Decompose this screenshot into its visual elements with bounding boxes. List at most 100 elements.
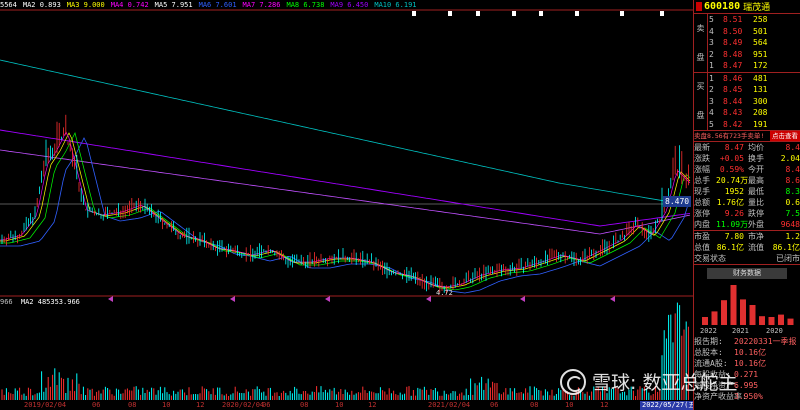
order-level: 5 xyxy=(709,15,714,24)
quote-value: 8.4 xyxy=(785,165,800,174)
order-price: 8.51 xyxy=(723,15,743,24)
financial-bar xyxy=(749,305,756,325)
report-row: 总股本: 10.16亿 xyxy=(694,347,800,358)
quote-label: 今开 xyxy=(748,165,764,174)
quote-grid: 最新 8.47 均价 8.4 涨跌 +0.05 换手 2.04 涨幅 0.59% 今开 8.4 总手 20… xyxy=(694,142,800,230)
report-label: 总股本: xyxy=(694,348,723,357)
stock-flag-icon xyxy=(696,2,702,11)
kline-chart[interactable] xyxy=(0,0,693,410)
event-marker[interactable] xyxy=(539,11,543,16)
view-button[interactable]: 点击查看 xyxy=(770,131,800,141)
event-marker[interactable] xyxy=(512,11,516,16)
order-level: 4 xyxy=(709,26,714,36)
quote-value: 7.80 xyxy=(724,232,744,241)
order-price: 8.49 xyxy=(723,38,743,47)
quote-label: 量比 xyxy=(748,198,764,207)
order-book-row[interactable]: 4 8.50 501 xyxy=(709,26,800,38)
report-value: 10.16亿 xyxy=(734,348,767,357)
order-level: 4 xyxy=(709,108,714,117)
stock-header: 600180 瑞茂通 xyxy=(694,0,800,14)
financial-bar xyxy=(740,299,746,325)
split-marker-icon xyxy=(520,296,525,302)
quote-value: 1.76亿 xyxy=(716,198,744,207)
quote-value: 8.3 xyxy=(785,187,800,196)
current-price-tag: 8.470 xyxy=(663,196,692,207)
split-marker-icon xyxy=(230,296,235,302)
kline-chart-area[interactable]: 5564 MA2 0.893 MA3 9.000 MA4 0.742 MA5 7.951… xyxy=(0,0,693,410)
quote-label: 市净 xyxy=(748,232,764,241)
quote-value: +0.05 xyxy=(719,154,744,163)
order-level: 3 xyxy=(709,96,714,106)
trade-alert: 卖盘8.56有723手卖单! 点击查看 xyxy=(694,131,800,142)
date-label: 2021/02/04 xyxy=(428,401,471,409)
order-volume: 300 xyxy=(753,96,768,106)
date-label: 06 xyxy=(92,401,101,409)
order-book-row[interactable]: 5 8.51 258 xyxy=(709,14,800,26)
quote-value: 8.6 xyxy=(785,176,800,185)
quote-row: 总值 86.1亿 流值 86.1亿 xyxy=(694,242,800,253)
order-book-row[interactable]: 4 8.43 208 xyxy=(709,107,800,119)
order-book-row[interactable]: 1 8.46 481 xyxy=(709,73,800,85)
watermark: 雪球: 数亚总舵主 xyxy=(560,368,737,395)
report-value: 10.16亿 xyxy=(734,359,767,368)
order-volume: 191 xyxy=(753,119,768,129)
bid-label-top: 买 xyxy=(696,82,705,92)
date-label: 12 xyxy=(600,401,609,409)
quote-label: 外盘 xyxy=(748,220,764,229)
quote-row: 市盈 7.80 市净 1.2 xyxy=(694,231,800,242)
order-book-row[interactable]: 3 8.49 564 xyxy=(709,37,800,49)
report-row: 报告期: 20220331一季报 xyxy=(694,336,800,347)
quote-value: 86.1亿 xyxy=(772,243,800,252)
event-marker[interactable] xyxy=(660,11,664,16)
order-volume: 172 xyxy=(753,61,768,70)
ma-legend-item: MA7 7.286 xyxy=(242,1,281,9)
order-price: 8.48 xyxy=(723,49,743,59)
quote-row: 内盘 11.09万 外盘 9648 xyxy=(694,219,800,230)
volume-ma: MA2 485353.966 xyxy=(20,298,80,306)
order-level: 3 xyxy=(709,38,714,47)
order-book-row[interactable]: 2 8.48 951 xyxy=(709,49,800,61)
ma-legend-item: MA4 0.742 xyxy=(110,1,149,9)
order-price: 8.43 xyxy=(723,108,743,117)
order-level: 2 xyxy=(709,85,714,94)
order-book-row[interactable]: 1 8.47 172 xyxy=(709,60,800,72)
quote-label: 最高 xyxy=(748,176,764,185)
financial-bar xyxy=(787,318,794,325)
event-marker[interactable] xyxy=(448,11,452,16)
financial-data-button[interactable]: 财务数据 xyxy=(707,268,787,279)
event-marker[interactable] xyxy=(476,11,480,16)
quote-value: 已闭市 xyxy=(776,254,800,263)
report-value: 3.950% xyxy=(734,392,763,401)
quote-value xyxy=(716,253,746,264)
watermark-text: 雪球: 数亚总舵主 xyxy=(592,372,738,394)
event-marker[interactable] xyxy=(412,11,416,16)
quote-label: 流值 xyxy=(748,243,764,252)
quote-label: 现手 xyxy=(694,187,710,196)
order-price: 8.44 xyxy=(723,96,743,106)
quote-value: 1.2 xyxy=(785,232,800,241)
quote-value: 20.74万 xyxy=(716,176,749,185)
order-price: 8.42 xyxy=(723,119,743,129)
ma500-line xyxy=(0,59,691,206)
date-label: 08 xyxy=(300,401,309,409)
order-book-row[interactable]: 3 8.44 300 xyxy=(709,96,800,108)
quote-panel: 600180 瑞茂通 卖 盘 5 8.51 258 4 8.50 501 3 8.49 564 2… xyxy=(693,0,800,410)
financial-bar xyxy=(730,285,737,325)
event-marker[interactable] xyxy=(575,11,579,16)
order-volume: 564 xyxy=(753,38,768,47)
date-label: 06 xyxy=(490,401,499,409)
order-level: 5 xyxy=(709,119,714,129)
quote-label: 换手 xyxy=(748,154,764,163)
ma120-line xyxy=(0,149,691,235)
order-book-row[interactable]: 2 8.45 131 xyxy=(709,84,800,96)
financial-bar xyxy=(759,316,765,325)
quote-label: 交易状态 xyxy=(694,254,726,263)
xueqiu-logo-icon xyxy=(560,368,586,395)
order-book-row[interactable]: 5 8.42 191 xyxy=(709,119,800,131)
ask-side-label: 卖 盘 xyxy=(694,14,708,72)
event-marker[interactable] xyxy=(620,11,624,16)
ma-legend-item: MA9 6.450 xyxy=(330,1,369,9)
order-volume: 951 xyxy=(753,49,768,59)
ma-legend: 5564 MA2 0.893 MA3 9.000 MA4 0.742 MA5 7.951… xyxy=(0,0,423,10)
date-label: 10 xyxy=(335,401,344,409)
